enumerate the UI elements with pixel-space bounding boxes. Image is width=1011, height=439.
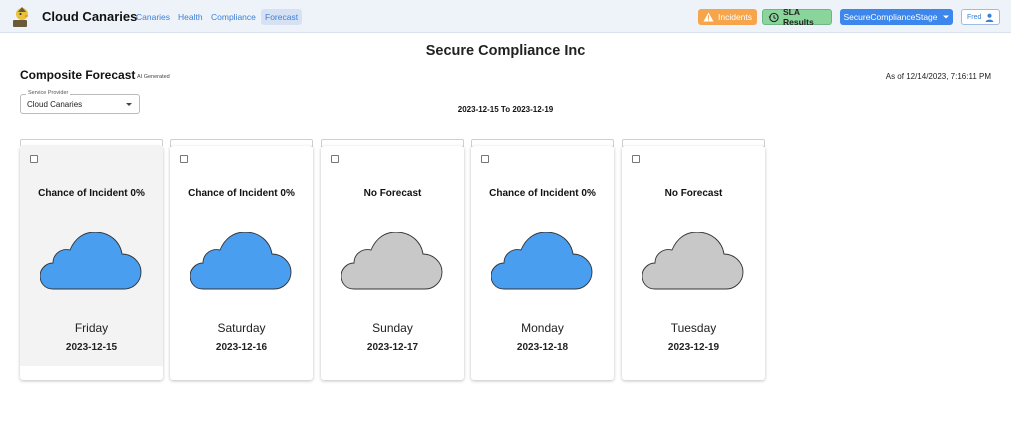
forecast-date: 2023-12-18 bbox=[516, 342, 569, 353]
forecast-card-friday: Chance of Incident 0% Friday 2023-12-15 bbox=[20, 139, 163, 380]
forecast-day: Tuesday bbox=[670, 321, 717, 335]
environment-dropdown[interactable]: SecureComplianceStage bbox=[840, 9, 953, 25]
service-provider-label: Service Provider bbox=[26, 90, 71, 96]
forecast-day: Sunday bbox=[372, 321, 413, 335]
top-nav-bar: Cloud Canaries Canaries Health Complianc… bbox=[0, 0, 1011, 33]
sla-results-label: SLA Results bbox=[783, 7, 814, 27]
sla-results-button[interactable]: SLA Results bbox=[762, 7, 832, 27]
forecast-card-sunday: No Forecast Sunday 2023-12-17 bbox=[321, 139, 464, 380]
forecast-day: Saturday bbox=[217, 321, 266, 335]
cloud-icon bbox=[642, 232, 744, 290]
forecast-card-body: No Forecast Sunday 2023-12-17 bbox=[321, 146, 464, 380]
card-checkbox[interactable] bbox=[632, 155, 640, 163]
card-checkbox[interactable] bbox=[180, 155, 188, 163]
forecast-date: 2023-12-17 bbox=[366, 342, 419, 353]
forecast-card-saturday: Chance of Incident 0% Saturday 2023-12-1… bbox=[170, 139, 313, 380]
forecast-day: Monday bbox=[521, 321, 564, 335]
nav-forecast[interactable]: Forecast bbox=[261, 9, 303, 25]
as-of-timestamp: As of 12/14/2023, 7:16:11 PM bbox=[885, 72, 991, 81]
forecast-heading: Chance of Incident 0% bbox=[188, 188, 295, 199]
incidents-button[interactable]: Incidents bbox=[698, 9, 757, 25]
card-checkbox[interactable] bbox=[331, 155, 339, 163]
company-name: Secure Compliance Inc bbox=[425, 43, 586, 59]
forecast-date: 2023-12-19 bbox=[667, 342, 720, 353]
warning-icon bbox=[703, 12, 714, 22]
card-checkbox[interactable] bbox=[481, 155, 489, 163]
forecast-day: Friday bbox=[74, 321, 109, 335]
caret-down-icon bbox=[942, 15, 949, 19]
forecast-card-body: Chance of Incident 0% Monday 2023-12-18 bbox=[471, 146, 614, 380]
nav-compliance[interactable]: Compliance bbox=[211, 12, 256, 22]
cloud-icon bbox=[341, 232, 443, 290]
brand-name[interactable]: Cloud Canaries bbox=[42, 9, 137, 24]
forecast-card-body: Chance of Incident 0% Saturday 2023-12-1… bbox=[170, 146, 313, 380]
forecast-card-body: No Forecast Tuesday 2023-12-19 bbox=[622, 146, 765, 380]
forecast-heading: Chance of Incident 0% bbox=[38, 188, 145, 199]
forecast-card-body: Chance of Incident 0% Friday 2023-12-15 bbox=[20, 146, 163, 380]
nav-health[interactable]: Health bbox=[178, 12, 203, 22]
ai-generated-tag: AI Generated bbox=[137, 74, 170, 80]
card-checkbox[interactable] bbox=[30, 155, 38, 163]
canary-logo-icon[interactable] bbox=[10, 5, 34, 29]
environment-label: SecureComplianceStage bbox=[843, 12, 938, 22]
forecast-card-monday: Chance of Incident 0% Monday 2023-12-18 bbox=[471, 139, 614, 380]
cloud-icon bbox=[40, 232, 142, 290]
page-title: Composite Forecast bbox=[20, 68, 136, 82]
date-range: 2023-12-15 To 2023-12-19 bbox=[457, 105, 554, 114]
user-menu-button[interactable]: Fred bbox=[961, 9, 1000, 25]
history-clock-icon bbox=[768, 12, 779, 22]
nav-canaries[interactable]: Canaries bbox=[136, 12, 170, 22]
user-label: Fred bbox=[967, 13, 982, 21]
forecast-date: 2023-12-15 bbox=[65, 342, 118, 353]
incidents-label: Incidents bbox=[718, 12, 753, 22]
cloud-icon bbox=[190, 232, 292, 290]
forecast-heading: No Forecast bbox=[664, 188, 723, 199]
person-icon bbox=[986, 13, 994, 22]
cloud-icon bbox=[491, 232, 593, 290]
forecast-heading: Chance of Incident 0% bbox=[489, 188, 596, 199]
forecast-heading: No Forecast bbox=[363, 188, 422, 199]
forecast-card-tuesday: No Forecast Tuesday 2023-12-19 bbox=[622, 139, 765, 380]
forecast-date: 2023-12-16 bbox=[215, 342, 268, 353]
